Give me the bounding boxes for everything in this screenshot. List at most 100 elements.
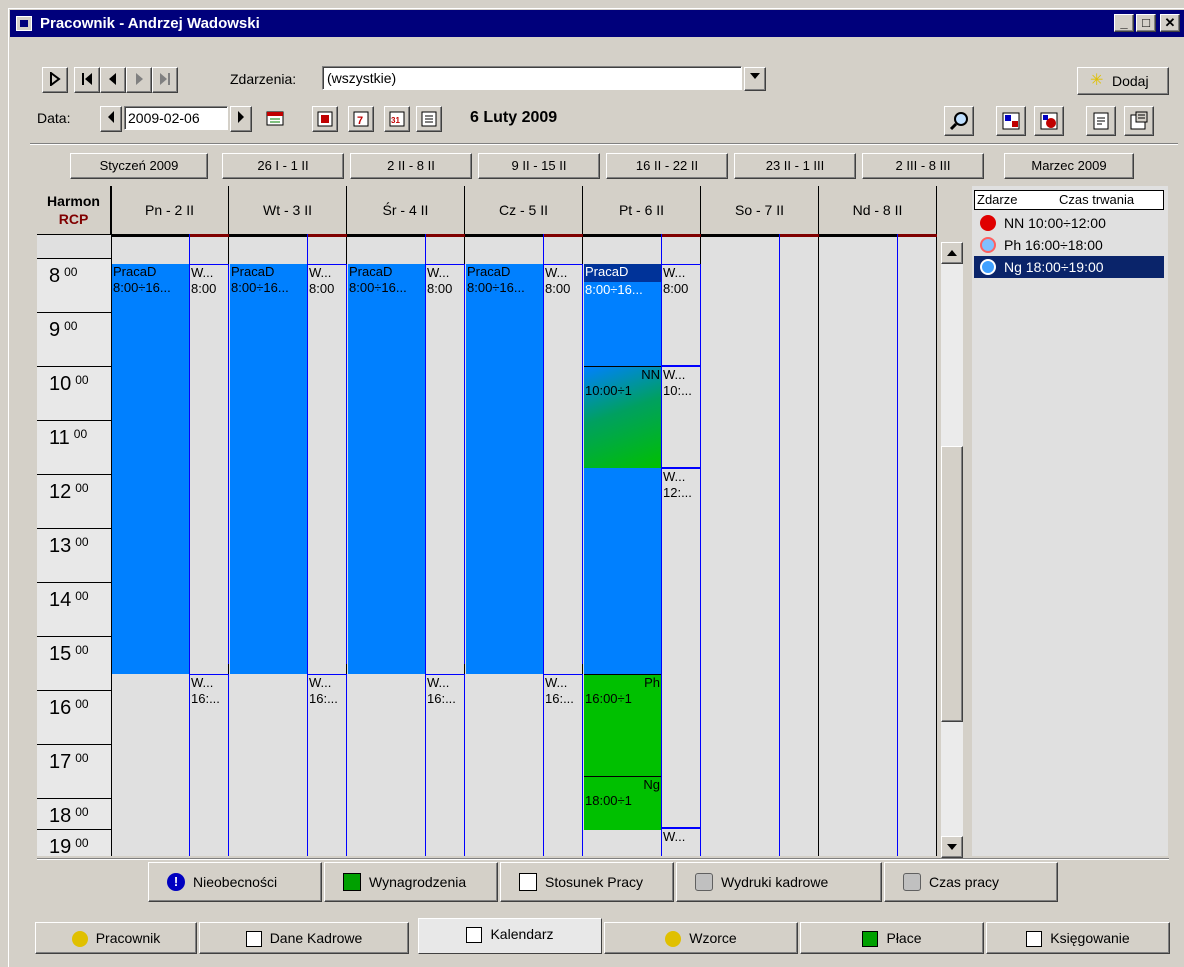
legend-row-selected[interactable]: Ng 18:00÷19:00 (974, 256, 1164, 278)
calculator-icon (862, 931, 879, 948)
tab-payroll[interactable]: Płace (800, 922, 984, 954)
rcp-bar (583, 234, 661, 237)
document-icon (519, 873, 537, 891)
events-label: Zdarzenia: (230, 71, 297, 87)
day-header[interactable]: Pn - 2 II (111, 186, 229, 234)
day-column[interactable] (701, 234, 819, 856)
tab-hr-data[interactable]: Dane Kadrowe (199, 922, 409, 954)
week-nav-button[interactable]: Styczeń 2009 (70, 153, 208, 179)
maximize-button[interactable]: □ (1136, 14, 1156, 32)
svg-text:31: 31 (391, 116, 400, 125)
properties-icon[interactable] (1124, 106, 1154, 136)
month-view-icon[interactable]: 31 (384, 106, 410, 132)
rcp-entry[interactable]: W... 12:... (661, 468, 701, 828)
record-start-button[interactable] (42, 67, 68, 93)
scroll-thumb[interactable] (941, 446, 963, 722)
rcp-entry[interactable]: W... 8:00 (425, 264, 465, 664)
day-header[interactable]: Śr - 4 II (347, 186, 465, 234)
day-header[interactable]: So - 7 II (701, 186, 819, 234)
events-dropdown-button[interactable] (744, 67, 766, 91)
header-harmon: Harmon (47, 193, 100, 209)
rcp-entry[interactable]: W... 8:00 (661, 264, 701, 366)
last-button-disabled[interactable] (152, 67, 178, 93)
legend-row[interactable]: Ph 16:00÷18:00 (974, 234, 1164, 256)
calendar-icon[interactable] (262, 106, 288, 132)
rcp-entry[interactable]: W... 8:00 (189, 264, 229, 664)
absence-event-nn[interactable]: NN 10:00÷1 (584, 366, 661, 468)
hour-label: 10 00 (37, 366, 111, 420)
day-header[interactable]: Nd - 8 II (819, 186, 937, 234)
event-settings-icon[interactable] (1034, 106, 1064, 136)
work-event-selected-title[interactable]: PracaD (584, 264, 661, 282)
week-nav-button[interactable]: 9 II - 15 II (478, 153, 600, 179)
date-next-button[interactable] (230, 106, 252, 132)
rcp-entry[interactable]: W... 16:... (189, 674, 229, 856)
work-event[interactable] (584, 264, 661, 674)
week-nav-button[interactable]: Marzec 2009 (1004, 153, 1134, 179)
rcp-bar (465, 234, 543, 237)
search-icon[interactable] (944, 106, 974, 136)
first-button[interactable] (74, 67, 100, 93)
rcp-entry[interactable]: W... 8:00 (307, 264, 347, 664)
legend-row[interactable]: NN 10:00÷12:00 (974, 212, 1164, 234)
tab-employee[interactable]: Pracownik (35, 922, 197, 954)
tab-calendar[interactable]: Kalendarz (418, 918, 602, 954)
day-header[interactable]: Pt - 6 II (583, 186, 701, 234)
scroll-down-button[interactable] (941, 836, 963, 858)
next-button-disabled[interactable] (126, 67, 152, 93)
week-view-icon[interactable]: 7 (348, 106, 374, 132)
work-event[interactable]: PracaD 8:00÷16... (230, 264, 307, 674)
rcp-entry[interactable]: W... 16:... (425, 674, 465, 856)
hour-label: 12 00 (37, 474, 111, 528)
date-input[interactable]: 2009-02-06 (124, 106, 228, 130)
week-nav-button[interactable]: 2 II - 8 II (350, 153, 472, 179)
tab-templates[interactable]: Wzorce (604, 922, 798, 954)
tab-accounting[interactable]: Księgowanie (986, 922, 1170, 954)
week-nav-button[interactable]: 2 III - 8 III (862, 153, 984, 179)
rcp-entry[interactable]: W... 8:00 (543, 264, 583, 664)
week-nav-button[interactable]: 23 II - 1 III (734, 153, 856, 179)
allday-row (37, 234, 111, 258)
employment-button[interactable]: Stosunek Pracy (500, 862, 674, 902)
rcp-divider (897, 234, 898, 856)
date-prev-button[interactable] (100, 106, 122, 132)
work-event[interactable]: PracaD 8:00÷16... (466, 264, 543, 674)
vertical-scrollbar[interactable] (941, 242, 963, 858)
app-icon (16, 16, 32, 31)
printer-icon (695, 873, 713, 891)
event-ph[interactable]: Ph 16:00÷1 (584, 674, 661, 778)
work-time-button[interactable]: Czas pracy (884, 862, 1058, 902)
event-ng[interactable]: Ng 18:00÷1 (584, 776, 661, 830)
week-nav-button[interactable]: 16 II - 22 II (606, 153, 728, 179)
list-view-icon[interactable] (416, 106, 442, 132)
hour-label: 11 00 (37, 420, 111, 474)
day-column[interactable] (819, 234, 937, 856)
scroll-up-button[interactable] (941, 242, 963, 264)
hr-prints-button[interactable]: Wydruki kadrowe (676, 862, 882, 902)
rcp-bar (229, 234, 307, 237)
minimize-button[interactable]: _ (1114, 14, 1134, 32)
day-header[interactable]: Cz - 5 II (465, 186, 583, 234)
day-header[interactable]: Wt - 3 II (229, 186, 347, 234)
work-event[interactable]: PracaD 8:00÷16... (112, 264, 189, 674)
add-button[interactable]: ✳ Dodaj (1077, 67, 1169, 95)
print-calendar-icon[interactable] (1086, 106, 1116, 136)
events-select[interactable]: (wszystkie) (322, 66, 742, 90)
rcp-entry[interactable]: W... 10:... (661, 366, 701, 468)
add-button-label: Dodaj (1112, 73, 1149, 89)
grid-settings-icon[interactable] (996, 106, 1026, 136)
rcp-entry[interactable]: W... 16:... (307, 674, 347, 856)
absences-button[interactable]: ! Nieobecności (148, 862, 322, 902)
svg-text:7: 7 (357, 115, 363, 127)
rcp-entry[interactable]: W... (661, 828, 701, 856)
day-view-icon[interactable] (312, 106, 338, 132)
window-title: Pracownik - Andrzej Wadowski (40, 15, 260, 32)
rcp-entry[interactable]: W... 16:... (543, 674, 583, 856)
hour-label: 9 00 (37, 312, 111, 366)
work-event[interactable]: PracaD 8:00÷16... (348, 264, 425, 674)
week-nav-button[interactable]: 26 I - 1 II (222, 153, 344, 179)
wages-button[interactable]: Wynagrodzenia (324, 862, 498, 902)
prev-button[interactable] (100, 67, 126, 93)
rcp-bar (819, 234, 897, 237)
close-button[interactable]: ✕ (1160, 14, 1180, 32)
